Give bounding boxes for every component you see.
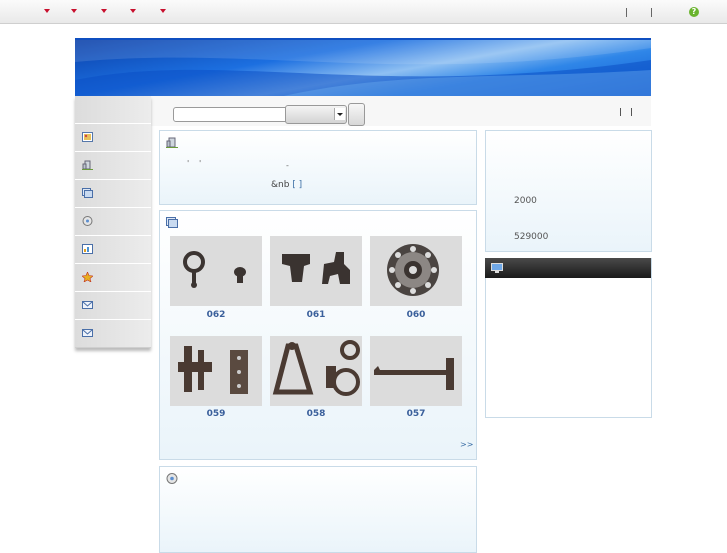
banner-wave-graphic (75, 40, 651, 98)
product-label[interactable]: 060 (370, 310, 462, 320)
chevron-down-icon[interactable] (334, 108, 345, 120)
sidebar-item-8[interactable] (75, 319, 151, 348)
sidebar-item-1[interactable] (75, 123, 151, 152)
product-image (170, 336, 262, 406)
sidebar (75, 96, 151, 348)
product-label[interactable]: 062 (170, 310, 262, 320)
help-icon[interactable]: ? (689, 7, 699, 17)
product-image (370, 336, 462, 406)
product-thumbnail[interactable] (170, 236, 262, 306)
mail-icon (82, 301, 93, 309)
dropdown-triangle-icon[interactable] (130, 9, 136, 13)
company-intro-panel (159, 130, 477, 205)
product-label[interactable]: 058 (270, 409, 362, 419)
product-thumbnail[interactable] (170, 336, 262, 406)
disc-icon (82, 216, 93, 226)
divider (631, 108, 632, 116)
award-icon (82, 272, 93, 282)
intro-text: - (286, 161, 289, 170)
contact-panel (485, 258, 652, 418)
document-chart-icon (82, 244, 93, 254)
search-category-select[interactable] (285, 105, 347, 124)
intro-text: ' (199, 159, 202, 168)
product-image (270, 236, 362, 306)
product-thumbnail[interactable] (270, 236, 362, 306)
product-image (270, 336, 362, 406)
divider (651, 8, 652, 17)
gallery-icon (166, 217, 178, 228)
sidebar-item-2[interactable] (75, 151, 151, 180)
picture-icon (82, 132, 93, 142)
monitor-icon (491, 263, 503, 273)
stat-value: 529000 (514, 232, 549, 242)
disc-icon (166, 473, 178, 484)
building-icon (166, 137, 178, 148)
products-more-link[interactable]: >> (460, 440, 473, 449)
sidebar-item-5[interactable] (75, 235, 151, 264)
divider (620, 108, 621, 116)
sidebar-item-4[interactable] (75, 207, 151, 236)
product-thumbnail[interactable] (270, 336, 362, 406)
intro-more-bracket[interactable]: [ ] (292, 180, 302, 190)
product-thumbnail[interactable] (370, 236, 462, 306)
news-panel (159, 466, 477, 553)
dropdown-triangle-icon[interactable] (44, 9, 50, 13)
sidebar-item-6[interactable] (75, 263, 151, 292)
product-thumbnail[interactable] (370, 336, 462, 406)
product-image (170, 236, 262, 306)
statistics-panel (485, 130, 652, 252)
product-label[interactable]: 057 (370, 409, 462, 419)
contact-header-bar (485, 258, 651, 278)
dropdown-triangle-icon[interactable] (160, 9, 166, 13)
intro-more-link[interactable]: &nb [ ] (271, 180, 302, 190)
search-button[interactable] (348, 103, 365, 126)
stat-value: 2000 (514, 196, 537, 206)
product-label[interactable]: 061 (270, 310, 362, 320)
product-label[interactable]: 059 (170, 409, 262, 419)
divider (626, 8, 627, 17)
dropdown-triangle-icon[interactable] (101, 9, 107, 13)
intro-link-text: &nb (271, 180, 290, 190)
sidebar-item-3[interactable] (75, 179, 151, 208)
header-banner (75, 38, 651, 98)
sidebar-item-7[interactable] (75, 291, 151, 320)
intro-text: ' (187, 159, 190, 168)
building-icon (82, 160, 93, 170)
dropdown-triangle-icon[interactable] (71, 9, 77, 13)
top-navigation-bar: ? (0, 0, 727, 24)
mail-icon (82, 329, 93, 337)
gallery-icon (82, 188, 93, 198)
product-image (370, 236, 462, 306)
search-input[interactable] (173, 107, 289, 122)
